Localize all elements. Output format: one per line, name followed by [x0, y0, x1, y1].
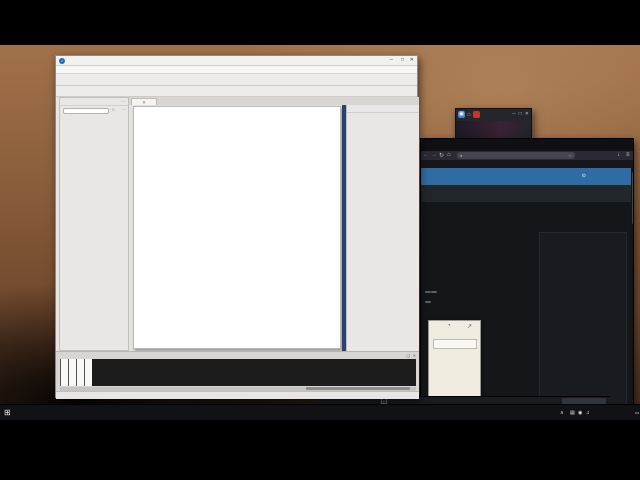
- piano-keys[interactable]: [60, 359, 416, 386]
- panel-menu-icon[interactable]: ⋯: [121, 99, 126, 105]
- score-tab[interactable]: ✕: [131, 97, 157, 105]
- piano-white-key[interactable]: [84, 359, 93, 386]
- avatar[interactable]: [472, 111, 480, 118]
- url-bar[interactable]: ● ☆: [457, 152, 575, 159]
- panel-close-icon[interactable]: ✕: [413, 353, 416, 358]
- note-input-toolbar: [56, 86, 417, 97]
- piano-white-key[interactable]: [68, 359, 77, 386]
- maximize-icon[interactable]: □: [401, 57, 404, 63]
- palette-search-input[interactable]: [63, 107, 109, 114]
- notifications-icon[interactable]: ▭: [635, 410, 639, 416]
- close-icon[interactable]: ✕: [525, 111, 529, 117]
- taskbar: ⊞ ∧ ▤ ◉ ♫ ▭: [0, 404, 640, 420]
- bookmarks-bar: [421, 160, 633, 168]
- start-button[interactable]: ⊞: [4, 409, 11, 417]
- forward-icon[interactable]: →: [431, 152, 437, 158]
- inspector-title: [347, 105, 419, 113]
- downloads-icon[interactable]: ↓: [617, 152, 620, 158]
- page-viewport: ⊙ ◔ ↗ musescore: [421, 168, 633, 420]
- piano-white-key[interactable]: [76, 359, 85, 386]
- palette-options-icon[interactable]: ⋯: [122, 107, 127, 113]
- browser-window: ← → ↻ ⌂ ● ☆ ↓ ≡ ⊙ ◔ ↗: [420, 138, 634, 420]
- piano-keyboard-panel: ❑ ✕: [56, 351, 419, 391]
- site-nav: [421, 185, 632, 202]
- minimize-icon[interactable]: ─: [389, 57, 393, 63]
- browser-address-bar: ← → ↻ ⌂ ● ☆ ↓ ≡: [421, 151, 633, 160]
- upload-button[interactable]: ⊙: [582, 173, 586, 179]
- home-icon[interactable]: ⌂: [447, 152, 451, 158]
- mini-window-banner: [456, 121, 531, 139]
- musescore-logo-icon: ♪: [59, 58, 65, 64]
- status-bar: [56, 391, 419, 399]
- minimize-icon[interactable]: ─: [512, 111, 516, 117]
- palettes-panel: ⋯ ○ ⋯: [59, 97, 129, 351]
- musescore-window: ♪ ─ □ ✕ ✕ ⋯ ○ ⋯ ❑ ✕: [55, 55, 419, 399]
- score-view[interactable]: [129, 105, 342, 351]
- tray-keyboard-icon[interactable]: ♫: [586, 410, 590, 416]
- main-toolbar: [56, 74, 417, 86]
- browser-tab-bar: [421, 139, 633, 151]
- piano-scrollbar[interactable]: [60, 386, 416, 391]
- tray-volume-icon[interactable]: ◉: [578, 410, 582, 416]
- back-icon[interactable]: ←: [423, 152, 429, 158]
- kbd-backspace: [425, 301, 431, 304]
- panel-float-icon[interactable]: ❑: [406, 353, 410, 358]
- shield-icon: ●: [460, 153, 463, 158]
- menu-icon[interactable]: ≡: [626, 152, 630, 158]
- score-page[interactable]: [133, 106, 341, 349]
- piano-white-key[interactable]: [60, 359, 69, 386]
- page-scrollbar[interactable]: [631, 168, 633, 420]
- kbd-del: [431, 291, 437, 293]
- screen: ▣ ⌂ ─ □ ✕ ← → ↻ ⌂ ● ☆ ↓ ≡ ⊙ ◔ ↗ + ♪ ─ □ …: [0, 0, 640, 480]
- menu-bar: [56, 66, 417, 74]
- desktop-wallpaper: ▣ ⌂ ─ □ ✕ ← → ↻ ⌂ ● ☆ ↓ ≡ ⊙ ◔ ↗ + ♪ ─ □ …: [0, 45, 640, 420]
- embedded-screenshot: ◔ ↗ musescore: [428, 320, 481, 406]
- site-header: ⊙: [421, 168, 632, 185]
- close-icon[interactable]: ✕: [410, 57, 414, 63]
- recent-howtos-panel: [539, 232, 627, 420]
- titlebar[interactable]: ♪ ─ □ ✕: [56, 56, 417, 66]
- score-tab-strip: ✕: [129, 97, 419, 105]
- article-text: [425, 288, 537, 305]
- tray-network-icon[interactable]: ▤: [570, 410, 575, 416]
- home-icon[interactable]: ⌂: [467, 112, 471, 118]
- upload-icon: ⊙: [581, 173, 586, 179]
- mini-window: ▣ ⌂ ─ □ ✕: [455, 108, 532, 139]
- undo-icon: ◔: [447, 323, 451, 329]
- letterbox-top: [0, 0, 640, 45]
- maximize-icon[interactable]: □: [519, 111, 522, 117]
- search-icon: ○: [112, 107, 115, 112]
- bookmark-star-icon[interactable]: ☆: [568, 152, 572, 159]
- app-icon[interactable]: ▣: [458, 111, 465, 118]
- inspector-panel: [346, 105, 419, 351]
- close-tab-icon[interactable]: ✕: [142, 100, 146, 105]
- letterbox-bottom: [0, 420, 640, 480]
- reload-icon[interactable]: ↻: [439, 152, 444, 159]
- tray-expand-icon[interactable]: ∧: [560, 410, 564, 416]
- share-icon: ↗: [466, 324, 472, 330]
